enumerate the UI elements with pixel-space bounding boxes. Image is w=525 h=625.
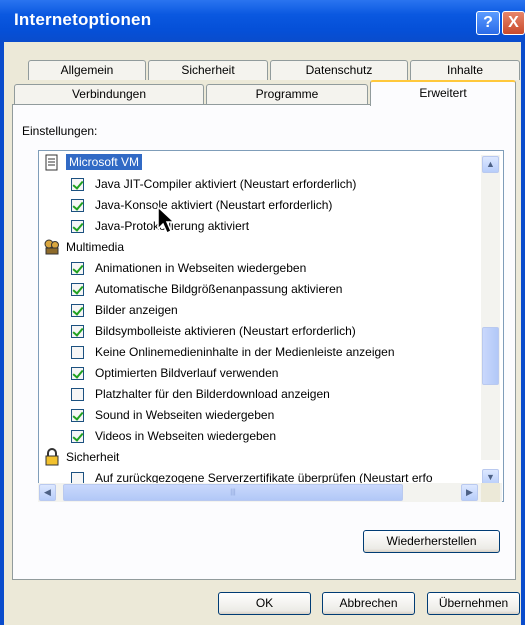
tab-sicherheit[interactable]: Sicherheit xyxy=(148,60,268,80)
list-item[interactable]: Optimierten Bildverlauf verwenden xyxy=(39,363,479,384)
checkbox[interactable] xyxy=(71,304,84,317)
scroll-corner xyxy=(481,483,500,502)
list-item[interactable]: Videos in Webseiten wiedergeben xyxy=(39,426,479,447)
scroll-left-button[interactable]: ◀ xyxy=(39,484,56,501)
mouse-pointer-icon xyxy=(157,205,176,235)
list-item-label: Java JIT-Compiler aktiviert (Neustart er… xyxy=(95,177,357,191)
list-item[interactable]: Java JIT-Compiler aktiviert (Neustart er… xyxy=(39,174,479,195)
list-item-label: Optimierten Bildverlauf verwenden xyxy=(95,366,279,380)
title-bar[interactable]: Internetoptionen ? X xyxy=(0,0,525,42)
list-item-label: Java-Konsole aktiviert (Neustart erforde… xyxy=(95,198,333,212)
list-item-label: Automatische Bildgrößenanpassung aktivie… xyxy=(95,282,343,296)
category-label: Multimedia xyxy=(66,240,125,254)
list-item[interactable]: Sound in Webseiten wiedergeben xyxy=(39,405,479,426)
vertical-scrollbar[interactable]: ▲ ▼ xyxy=(481,155,500,486)
list-item[interactable]: Keine Onlinemedieninhalte in der Medienl… xyxy=(39,342,479,363)
list-item-label: Videos in Webseiten wiedergeben xyxy=(95,429,277,443)
checkbox[interactable] xyxy=(71,220,84,233)
checkbox[interactable] xyxy=(71,262,84,275)
tab-erweitert[interactable]: Erweitert xyxy=(370,80,516,106)
vertical-scroll-thumb[interactable] xyxy=(482,327,499,385)
tab-inhalte[interactable]: Inhalte xyxy=(410,60,520,80)
checkbox[interactable] xyxy=(71,388,84,401)
list-item[interactable]: Bilder anzeigen xyxy=(39,300,479,321)
category-sicherheit[interactable]: Sicherheit xyxy=(39,447,479,468)
restore-defaults-button[interactable]: Wiederherstellen xyxy=(363,530,500,553)
category-label: Microsoft VM xyxy=(66,154,143,170)
category-microsoft-vm[interactable]: Microsoft VM xyxy=(39,153,479,174)
list-item-label: Bildsymbolleiste aktivieren (Neustart er… xyxy=(95,324,356,338)
list-item[interactable]: Platzhalter für den Bilderdownload anzei… xyxy=(39,384,479,405)
list-item[interactable]: Java-Protokollierung aktiviert xyxy=(39,216,479,237)
list-item-label: Bilder anzeigen xyxy=(95,303,178,317)
list-item[interactable]: Automatische Bildgrößenanpassung aktivie… xyxy=(39,279,479,300)
apply-button[interactable]: Übernehmen xyxy=(427,592,520,615)
lock-icon xyxy=(45,448,59,466)
list-item-label: Keine Onlinemedieninhalte in der Medienl… xyxy=(95,345,395,359)
settings-list[interactable]: Microsoft VM Java JIT-Compiler aktiviert… xyxy=(38,150,504,502)
scroll-right-button[interactable]: ▶ xyxy=(461,484,478,501)
ok-button[interactable]: OK xyxy=(218,592,311,615)
checkbox[interactable] xyxy=(71,199,84,212)
checkbox[interactable] xyxy=(71,409,84,422)
internet-options-dialog: Internetoptionen ? X Allgemein Sicherhei… xyxy=(0,0,525,625)
checkbox[interactable] xyxy=(71,283,84,296)
window-frame-left xyxy=(0,42,4,625)
page-icon xyxy=(45,154,58,171)
settings-label: Einstellungen: xyxy=(22,124,98,138)
list-item-label: Animationen in Webseiten wiedergeben xyxy=(95,261,307,275)
window-title: Internetoptionen xyxy=(14,10,152,29)
help-button[interactable]: ? xyxy=(476,11,500,35)
tab-datenschutz[interactable]: Datenschutz xyxy=(270,60,408,80)
category-multimedia[interactable]: Multimedia xyxy=(39,237,479,258)
list-item-label: Platzhalter für den Bilderdownload anzei… xyxy=(95,387,330,401)
scroll-up-button[interactable]: ▲ xyxy=(482,156,499,173)
close-button[interactable]: X xyxy=(502,11,525,35)
list-item-label: Sound in Webseiten wiedergeben xyxy=(95,408,275,422)
tab-programme[interactable]: Programme xyxy=(206,84,368,104)
checkbox[interactable] xyxy=(71,367,84,380)
category-label: Sicherheit xyxy=(66,450,120,464)
checkbox[interactable] xyxy=(71,430,84,443)
checkbox[interactable] xyxy=(71,325,84,338)
tab-allgemein[interactable]: Allgemein xyxy=(28,60,146,80)
tab-verbindungen[interactable]: Verbindungen xyxy=(14,84,204,104)
horizontal-scroll-thumb[interactable]: ||| xyxy=(63,484,403,501)
list-item[interactable]: Java-Konsole aktiviert (Neustart erforde… xyxy=(39,195,479,216)
checkbox[interactable] xyxy=(71,346,84,359)
cancel-button[interactable]: Abbrechen xyxy=(322,592,415,615)
checkbox[interactable] xyxy=(71,178,84,191)
window-frame-right xyxy=(521,42,525,625)
multimedia-icon xyxy=(44,239,59,255)
list-item[interactable]: Bildsymbolleiste aktivieren (Neustart er… xyxy=(39,321,479,342)
list-item[interactable]: Animationen in Webseiten wiedergeben xyxy=(39,258,479,279)
horizontal-scrollbar[interactable]: ◀ ||| ▶ xyxy=(38,483,502,502)
